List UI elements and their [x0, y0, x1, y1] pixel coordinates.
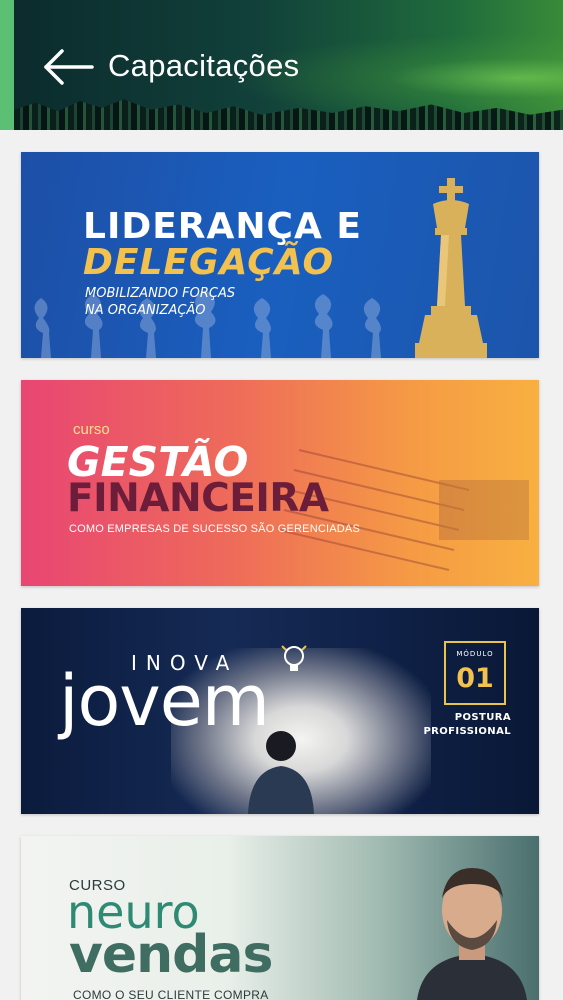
module-title: POSTURA PROFISSIONAL — [411, 711, 511, 739]
course-card-gestao-financeira[interactable]: curso GESTÃO FINANCEIRA COMO EMPRESAS DE… — [21, 380, 539, 586]
page-title: Capacitações — [108, 48, 300, 83]
course-card-lideranca[interactable]: LIDERANÇA E DELEGAÇÃO MOBILIZANDO FORÇAS… — [21, 152, 539, 358]
course-title-line2: DELEGAÇÃO — [83, 242, 335, 283]
module-badge: MÓDULO 01 — [444, 641, 506, 705]
course-kicker: curso — [73, 421, 110, 438]
module-title-line2: PROFISSIONAL — [423, 726, 511, 737]
course-subtitle: COMO EMPRESAS DE SUCESSO SÃO GERENCIADAS — [69, 523, 361, 535]
course-title-line2: vendas — [69, 925, 273, 985]
course-title-line1: LIDERANÇA E — [83, 206, 362, 247]
course-list: LIDERANÇA E DELEGAÇÃO MOBILIZANDO FORÇAS… — [0, 130, 563, 1000]
lightbulb-icon — [281, 645, 307, 671]
course-subtitle: COMO O SEU CLIENTE COMPRA — [73, 988, 269, 1000]
course-title-line2: jovem — [59, 660, 270, 742]
course-subtitle: MOBILIZANDO FORÇAS NA ORGANIZAÇÃO — [85, 285, 275, 319]
city-skyline-image — [14, 99, 563, 130]
module-title-line1: POSTURA — [454, 712, 511, 723]
course-card-neuro-vendas[interactable]: CURSO neuro vendas COMO O SEU CLIENTE CO… — [21, 836, 539, 1000]
course-subtitle-line2: NA ORGANIZAÇÃO — [85, 303, 206, 318]
back-button[interactable] — [40, 46, 96, 88]
app-header: Capacitações — [0, 0, 563, 130]
course-title-line2: FINANCEIRA — [67, 476, 329, 521]
course-card-inova-jovem[interactable]: INOVA jovem MÓDULO 01 POSTURA PROFISSION… — [21, 608, 539, 814]
header-accent-bar — [0, 0, 14, 130]
arrow-left-icon — [44, 49, 94, 85]
course-subtitle-line1: MOBILIZANDO FORÇAS — [85, 286, 236, 301]
module-number: 01 — [456, 663, 494, 694]
module-label: MÓDULO — [456, 650, 494, 658]
chess-king-image — [415, 178, 487, 358]
instructor-photo-image — [417, 868, 527, 1000]
